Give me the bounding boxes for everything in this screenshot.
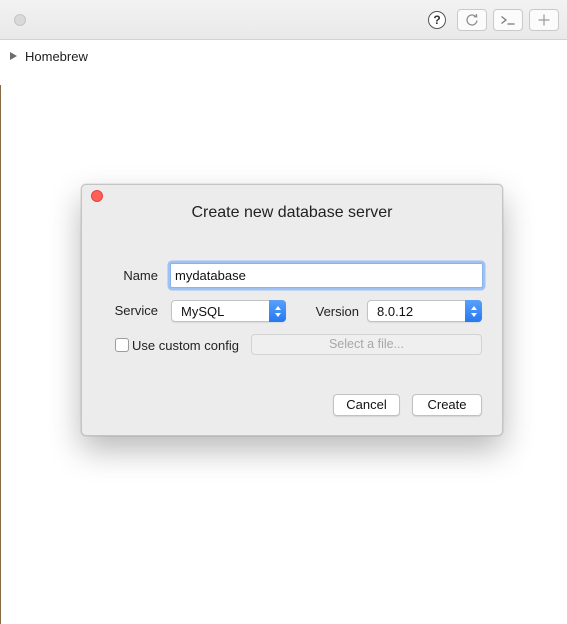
close-icon[interactable]	[91, 190, 103, 202]
custom-config-label[interactable]: Use custom config	[132, 338, 239, 353]
select-file-button: Select a file...	[251, 334, 482, 355]
service-select[interactable]: MySQL	[171, 300, 286, 322]
titlebar: ?	[0, 0, 567, 40]
add-server-button[interactable]	[529, 9, 559, 31]
refresh-button[interactable]	[457, 9, 487, 31]
version-value: 8.0.12	[377, 304, 414, 319]
sidebar-item-label: Homebrew	[25, 48, 88, 64]
stepper-arrows-icon	[269, 300, 286, 322]
service-label: Service	[114, 303, 158, 318]
stepper-arrows-icon	[465, 300, 482, 322]
terminal-button[interactable]	[493, 9, 523, 31]
sidebar-item-homebrew[interactable]: Homebrew	[10, 47, 88, 65]
dialog-title: Create new database server	[191, 204, 393, 221]
version-select[interactable]: 8.0.12	[367, 300, 482, 322]
add-icon	[538, 14, 550, 26]
checkbox-icon[interactable]	[115, 338, 129, 352]
disclosure-triangle-icon[interactable]	[10, 52, 17, 60]
help-button[interactable]: ?	[426, 9, 448, 31]
name-label: Name	[123, 268, 158, 283]
terminal-icon	[501, 15, 515, 25]
create-button[interactable]: Create	[412, 394, 482, 416]
version-label: Version	[315, 304, 359, 319]
service-value: MySQL	[181, 304, 225, 319]
create-server-dialog: Create new database server Name Service …	[81, 184, 503, 436]
cancel-button[interactable]: Cancel	[333, 394, 400, 416]
help-icon: ?	[428, 11, 446, 29]
main-window: ? Homebrew Create new database server Na…	[0, 0, 567, 624]
refresh-icon	[466, 13, 478, 26]
window-edge	[0, 85, 1, 624]
window-button-icon[interactable]	[14, 14, 26, 26]
name-field[interactable]	[170, 263, 483, 288]
